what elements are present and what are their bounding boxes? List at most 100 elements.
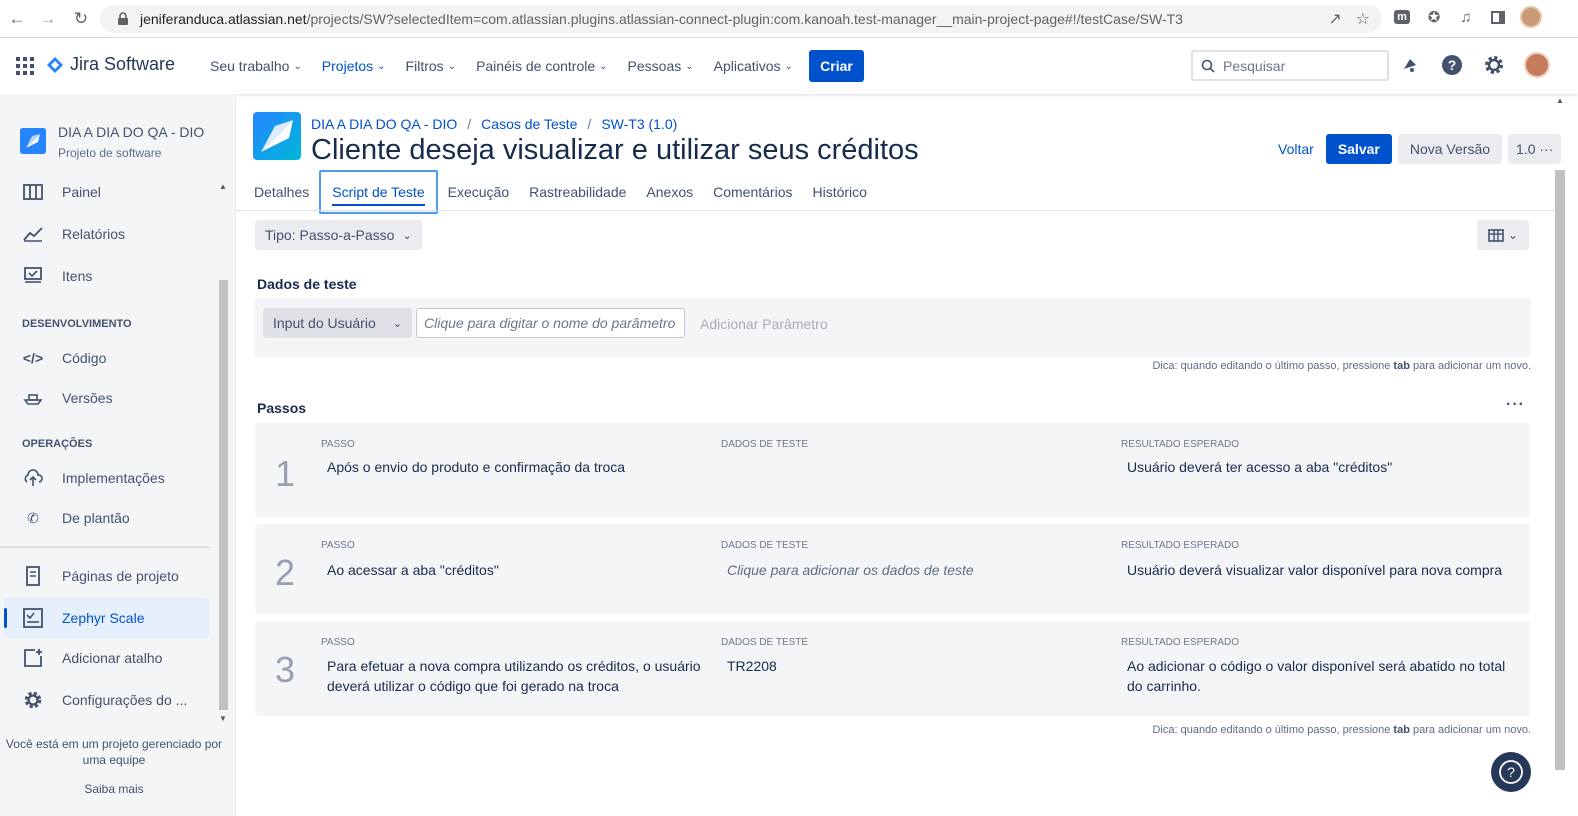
sidebar-item-implementacoes[interactable]: Implementações — [22, 468, 165, 488]
settings-gear-icon[interactable] — [1482, 53, 1506, 77]
step-number: 2 — [275, 552, 296, 593]
sidebar-item-atalho[interactable]: Adicionar atalho — [22, 648, 162, 668]
sidebar-item-paginas[interactable]: Páginas de projeto — [22, 566, 179, 586]
step-test-data[interactable]: TR2208 — [727, 656, 1107, 676]
zephyr-scale-icon — [22, 608, 44, 628]
extension-m-icon[interactable]: m — [1392, 7, 1412, 27]
test-step[interactable]: 3 PASSO DADOS DE TESTE RESULTADO ESPERAD… — [255, 621, 1530, 716]
add-parameter-button[interactable]: Adicionar Parâmetro — [700, 316, 828, 332]
test-data-panel: Input do Usuário ⌄ Clique para digitar o… — [254, 298, 1531, 357]
page-title: Cliente deseja visualizar e utilizar seu… — [311, 134, 919, 166]
side-panel-icon[interactable] — [1488, 7, 1508, 27]
bookmark-star-icon[interactable]: ☆ — [1356, 9, 1370, 29]
script-type-dropdown[interactable]: Tipo: Passo-a-Passo ⌄ — [255, 220, 422, 250]
main-scrollbar[interactable]: ▲ — [1553, 94, 1568, 816]
menu-seu-trabalho[interactable]: Seu trabalho ⌄ — [210, 38, 310, 94]
hint-suffix: para adicionar um novo. — [1412, 360, 1531, 372]
steps-more-menu-icon[interactable]: ··· — [1506, 396, 1525, 414]
step-expected-result[interactable]: Ao adicionar o código o valor disponível… — [1127, 656, 1517, 696]
result-column-label: RESULTADO ESPERADO — [1121, 439, 1239, 450]
url-host: jeniferanduca.atlassian.net — [140, 11, 307, 27]
sidebar-item-label: Painel — [62, 184, 101, 200]
help-button[interactable]: ? — [1491, 752, 1531, 792]
chevron-down-icon: ⌄ — [377, 60, 386, 72]
tab-historico[interactable]: Histórico — [802, 172, 876, 212]
scroll-up-arrow-icon[interactable]: ▲ — [1556, 96, 1564, 105]
sidebar-item-codigo[interactable]: </> Código — [22, 348, 107, 368]
sidebar-item-painel[interactable]: Painel — [22, 182, 101, 202]
parameter-type-dropdown[interactable]: Input do Usuário ⌄ — [263, 308, 412, 338]
menu-projetos[interactable]: Projetos ⌄ — [322, 38, 394, 94]
back-arrow-icon[interactable]: ← — [2, 4, 32, 34]
reports-chart-icon — [22, 224, 44, 244]
step-description[interactable]: Após o envio do produto e confirmação da… — [327, 457, 707, 477]
chevron-down-icon: ⌄ — [402, 229, 412, 242]
step-expected-result[interactable]: Usuário deverá ter acesso a aba "crédito… — [1127, 457, 1517, 477]
breadcrumb-project[interactable]: DIA A DIA DO QA - DIO — [311, 116, 457, 132]
sidebar-item-relatorios[interactable]: Relatórios — [22, 224, 125, 244]
main-scroll-thumb[interactable] — [1555, 170, 1565, 770]
parameter-name-input[interactable]: Clique para digitar o nome do parâmetro — [416, 308, 685, 338]
breadcrumb-test-case-key[interactable]: SW-T3 (1.0) — [601, 116, 677, 132]
browser-profile-avatar[interactable] — [1520, 6, 1542, 28]
step-description[interactable]: Ao acessar a aba "créditos" — [327, 560, 707, 580]
notifications-bell-icon[interactable] — [1398, 53, 1422, 77]
create-button[interactable]: Criar — [809, 50, 864, 82]
extensions-puzzle-icon[interactable]: ✪ — [1424, 7, 1444, 27]
new-version-button[interactable]: Nova Versão — [1397, 134, 1503, 164]
save-button[interactable]: Salvar — [1325, 134, 1392, 164]
reload-icon[interactable]: ↻ — [66, 4, 96, 34]
sidebar-scrollbar[interactable]: ▲ ▼ — [218, 182, 230, 723]
share-icon[interactable]: ↗ — [1328, 9, 1341, 29]
menu-aplicativos[interactable]: Aplicativos ⌄ — [714, 38, 801, 94]
tab-anexos[interactable]: Anexos — [636, 172, 703, 212]
forward-arrow-icon[interactable]: → — [33, 4, 63, 34]
tab-detalhes[interactable]: Detalhes — [254, 172, 319, 212]
hint-prefix: Dica: quando editando o último passo, pr… — [1152, 724, 1391, 736]
step-test-data-placeholder[interactable]: Clique para adicionar os dados de teste — [727, 560, 1107, 580]
back-button[interactable]: Voltar — [1272, 141, 1320, 157]
step-expected-result[interactable]: Usuário deverá visualizar valor disponív… — [1127, 560, 1517, 580]
chevron-down-icon: ⌄ — [784, 60, 793, 72]
sidebar-item-plantao[interactable]: ✆ De plantão — [22, 508, 130, 528]
ship-icon — [22, 388, 44, 408]
board-icon — [22, 182, 44, 202]
step-description[interactable]: Para efetuar a nova compra utilizando os… — [327, 656, 702, 696]
menu-filtros[interactable]: Filtros ⌄ — [406, 38, 465, 94]
scroll-up-arrow-icon[interactable]: ▲ — [219, 182, 227, 191]
address-bar[interactable]: jeniferanduca.atlassian.net/projects/SW?… — [100, 5, 1382, 33]
sidebar-scroll-thumb[interactable] — [219, 280, 228, 710]
tab-script-de-teste[interactable]: Script de Teste — [319, 170, 438, 214]
chevron-down-icon: ⌄ — [685, 60, 694, 72]
menu-pessoas[interactable]: Pessoas ⌄ — [628, 38, 702, 94]
sidebar-item-itens[interactable]: Itens — [22, 266, 92, 286]
breadcrumb: DIA A DIA DO QA - DIO / Casos de Teste /… — [311, 116, 677, 132]
tab-comentarios[interactable]: Comentários — [703, 172, 802, 212]
settings-gear-icon — [22, 690, 44, 710]
app-switcher-icon[interactable] — [16, 57, 34, 75]
scroll-down-arrow-icon[interactable]: ▼ — [219, 714, 227, 723]
tab-rastreabilidade[interactable]: Rastreabilidade — [519, 172, 636, 212]
tab-execucao[interactable]: Execução — [438, 172, 519, 212]
project-sidebar: DIA A DIA DO QA - DIO Projeto de softwar… — [0, 94, 236, 816]
sidebar-item-versoes[interactable]: Versões — [22, 388, 113, 408]
learn-more-link[interactable]: Saiba mais — [0, 782, 228, 796]
user-avatar[interactable] — [1524, 52, 1550, 78]
page-icon — [22, 566, 44, 586]
media-queue-icon[interactable]: ♫ — [1456, 7, 1476, 27]
breadcrumb-test-cases[interactable]: Casos de Teste — [481, 116, 577, 132]
search-input[interactable]: Pesquisar — [1191, 50, 1389, 81]
menu-label: Seu trabalho — [210, 58, 290, 74]
result-column-label: RESULTADO ESPERADO — [1121, 540, 1239, 551]
menu-paineis[interactable]: Painéis de controle ⌄ — [476, 38, 615, 94]
view-mode-dropdown[interactable]: ⌄ — [1477, 220, 1529, 250]
help-icon[interactable]: ? — [1440, 53, 1464, 77]
test-step[interactable]: 1 PASSO DADOS DE TESTE RESULTADO ESPERAD… — [255, 423, 1530, 517]
test-step[interactable]: 2 PASSO DADOS DE TESTE RESULTADO ESPERAD… — [255, 524, 1530, 614]
jira-logo[interactable]: Jira Software — [46, 54, 175, 75]
sidebar-item-zephyr[interactable]: Zephyr Scale — [22, 608, 144, 628]
main-menu: Seu trabalho ⌄ Projetos ⌄ Filtros ⌄ Painéis… — [210, 38, 813, 94]
project-header[interactable]: DIA A DIA DO QA - DIO Projeto de softwar… — [20, 124, 204, 160]
test-case-tabs: Detalhes Script de Teste Execução Rastre… — [254, 170, 877, 214]
sidebar-item-config[interactable]: Configurações do ... — [22, 690, 187, 710]
